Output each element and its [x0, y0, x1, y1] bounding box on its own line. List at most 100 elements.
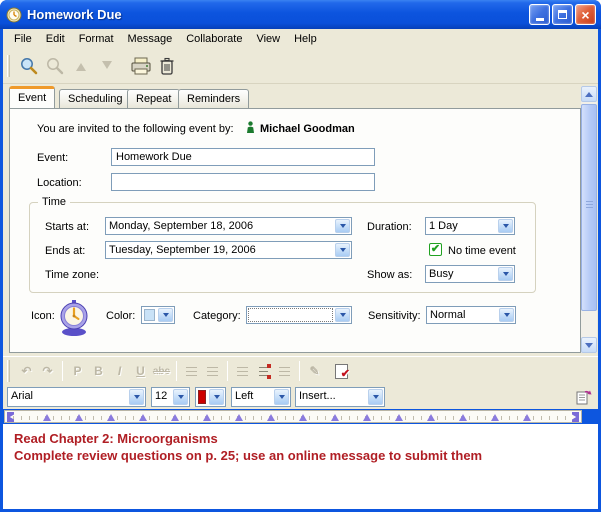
chevron-down-icon[interactable]	[274, 389, 289, 405]
category-combo[interactable]	[246, 306, 352, 324]
tab-repeat[interactable]: Repeat	[127, 89, 180, 108]
show-as-combo[interactable]: Busy	[425, 265, 515, 283]
sensitivity-combo[interactable]: Normal	[426, 306, 516, 324]
organizer-person-icon	[246, 121, 255, 134]
message-line: Read Chapter 2: Microorganisms	[14, 430, 598, 447]
vertical-scrollbar[interactable]	[581, 86, 597, 353]
chevron-down-icon[interactable]	[209, 389, 224, 405]
menu-format[interactable]: Format	[72, 31, 121, 47]
tab-event[interactable]: Event	[9, 86, 55, 108]
redo-button[interactable]: ↷	[37, 361, 58, 382]
font-size-value: 12	[152, 388, 172, 406]
sensitivity-label: Sensitivity:	[368, 310, 421, 322]
title-bar[interactable]: Homework Due ×	[0, 0, 601, 29]
strikethrough-button[interactable]: abc	[151, 361, 172, 382]
format-toolbar-grip[interactable]	[7, 360, 10, 382]
numbered-list-button[interactable]	[253, 361, 274, 382]
separator	[299, 361, 300, 381]
maximize-button[interactable]	[552, 4, 573, 25]
chevron-down-icon[interactable]	[335, 243, 350, 257]
undo-button[interactable]: ↶	[16, 361, 37, 382]
chevron-down-icon[interactable]	[499, 308, 514, 322]
find-button-disabled[interactable]	[42, 53, 68, 79]
close-button[interactable]: ×	[575, 4, 596, 25]
appointment-window: Homework Due × File Edit Format Message …	[0, 0, 601, 512]
menu-collaborate[interactable]: Collaborate	[179, 31, 249, 47]
paragraph-button[interactable]: P	[67, 361, 88, 382]
previous-button-disabled[interactable]	[68, 53, 94, 79]
undo-icon: ↶	[21, 364, 31, 378]
color-combo[interactable]	[141, 306, 175, 324]
no-time-event-label: No time event	[448, 245, 516, 257]
ruler[interactable]	[4, 410, 582, 423]
bullet-list-icon	[237, 367, 248, 376]
zoom-button[interactable]	[16, 53, 42, 79]
paragraph-format-button[interactable]	[274, 361, 295, 382]
alarm-clock-icon	[58, 299, 90, 337]
chevron-down-icon[interactable]	[335, 219, 350, 233]
minimize-icon	[536, 18, 544, 21]
chevron-down-icon[interactable]	[498, 219, 513, 233]
view-mode-button[interactable]	[575, 388, 592, 405]
italic-button[interactable]: I	[109, 361, 130, 382]
arrow-up-icon	[76, 58, 86, 71]
arrow-down-icon	[102, 61, 112, 74]
paragraph-format-icon	[279, 367, 290, 376]
tab-reminders[interactable]: Reminders	[178, 89, 249, 108]
duration-label: Duration:	[367, 221, 412, 233]
font-size-combo[interactable]: 12	[151, 387, 190, 407]
underline-button[interactable]: U	[130, 361, 151, 382]
indent-button[interactable]	[202, 361, 223, 382]
chevron-down-icon[interactable]	[335, 308, 350, 322]
chevron-down-icon[interactable]	[173, 389, 188, 405]
chevron-down-icon[interactable]	[129, 389, 144, 405]
window-title: Homework Due	[27, 7, 122, 22]
chevron-down-icon[interactable]	[368, 389, 383, 405]
event-input[interactable]	[111, 148, 375, 166]
ends-at-combo[interactable]: Tuesday, September 19, 2006	[105, 241, 352, 259]
delete-button[interactable]	[154, 53, 180, 79]
ruler-ticks	[13, 416, 573, 420]
no-time-event-checkbox[interactable]: ✔	[429, 243, 442, 256]
font-name-combo[interactable]: Arial	[7, 387, 146, 407]
outdent-button[interactable]	[181, 361, 202, 382]
insert-combo[interactable]: Insert...	[295, 387, 385, 407]
clock-app-icon	[6, 7, 22, 23]
font-color-swatch	[198, 390, 206, 404]
menu-message[interactable]: Message	[121, 31, 180, 47]
chevron-down-icon[interactable]	[158, 308, 173, 322]
scroll-up-button[interactable]	[581, 86, 597, 102]
time-zone-label: Time zone:	[45, 269, 99, 281]
chevron-down-icon[interactable]	[498, 267, 513, 281]
starts-at-combo[interactable]: Monday, September 18, 2006	[105, 217, 352, 235]
highlight-button[interactable]: ✎	[304, 361, 325, 382]
minimize-button[interactable]	[529, 4, 550, 25]
alignment-value: Left	[232, 388, 273, 406]
show-as-label: Show as:	[367, 269, 412, 281]
chevron-down-icon	[585, 343, 593, 352]
menu-edit[interactable]: Edit	[39, 31, 72, 47]
duration-combo[interactable]: 1 Day	[425, 217, 515, 235]
scrollbar-thumb[interactable]	[581, 104, 597, 311]
menu-view[interactable]: View	[249, 31, 287, 47]
italic-icon: I	[118, 364, 121, 378]
format-toolbar: ↶ ↷ P B I U abc ✎ ✔	[3, 356, 598, 385]
starts-at-label: Starts at:	[45, 221, 89, 233]
next-button-disabled[interactable]	[94, 53, 120, 79]
bullet-list-button[interactable]	[232, 361, 253, 382]
font-color-combo[interactable]	[195, 387, 226, 407]
alignment-combo[interactable]: Left	[231, 387, 291, 407]
toolbar-grip[interactable]	[7, 55, 10, 77]
print-button[interactable]	[128, 53, 154, 79]
menu-file[interactable]: File	[7, 31, 39, 47]
ends-at-value: Tuesday, September 19, 2006	[106, 242, 334, 258]
menu-help[interactable]: Help	[287, 31, 324, 47]
message-body[interactable]: Read Chapter 2: Microorganisms Complete …	[3, 424, 598, 509]
bold-button[interactable]: B	[88, 361, 109, 382]
location-input[interactable]	[111, 173, 375, 191]
right-margin-marker[interactable]	[572, 412, 579, 422]
scroll-down-button[interactable]	[581, 337, 597, 353]
tab-scheduling[interactable]: Scheduling	[59, 89, 131, 108]
checkmark-icon: ✔	[431, 244, 440, 255]
spell-check-button[interactable]: ✔	[331, 361, 352, 382]
